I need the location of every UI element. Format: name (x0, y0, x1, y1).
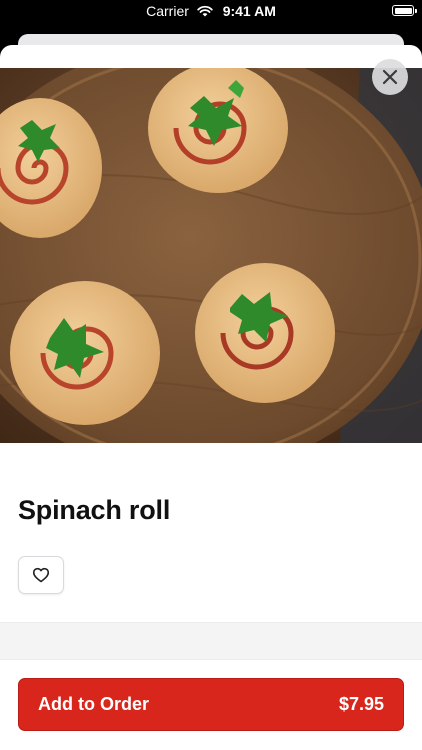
battery-icon (392, 5, 417, 16)
favorite-button[interactable] (18, 556, 64, 594)
carrier-label: Carrier (146, 3, 189, 19)
status-bar: Carrier 9:41 AM (0, 0, 422, 24)
pinwheel-photo-illustration (0, 68, 422, 443)
section-divider (0, 622, 422, 660)
product-sheet: Spinach roll Add to Order $7.95 (0, 45, 422, 750)
product-image (0, 68, 422, 443)
clock: 9:41 AM (222, 3, 276, 19)
wifi-icon (197, 5, 213, 17)
price-label: $7.95 (338, 694, 384, 714)
close-icon (382, 69, 398, 85)
add-to-order-label: Add to Order (38, 694, 149, 714)
add-to-order-button[interactable]: Add to Order $7.95 (18, 678, 404, 731)
roll-bottom-right (195, 263, 335, 403)
status-center: Carrier 9:41 AM (0, 3, 422, 19)
product-title: Spinach roll (18, 495, 171, 525)
roll-top-center (148, 68, 288, 193)
roll-bottom-left (10, 281, 160, 425)
close-button[interactable] (372, 59, 408, 95)
screen: Carrier 9:41 AM Spinach roll Add to Orde… (0, 0, 422, 750)
heart-icon (32, 567, 50, 583)
